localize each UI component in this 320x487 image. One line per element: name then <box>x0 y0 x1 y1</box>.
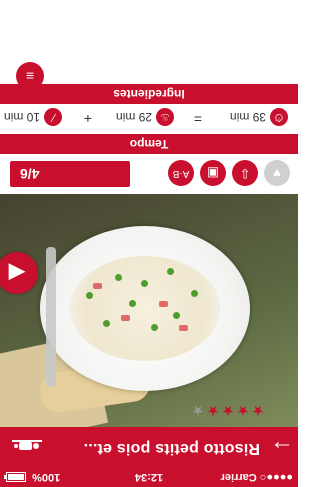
download-icon[interactable]: ⇩ <box>232 160 258 186</box>
plus-sign: + <box>83 111 92 127</box>
rating-stars[interactable]: ★★★★★ <box>190 402 265 419</box>
timer-icon: ⏱ <box>270 108 288 126</box>
prev-photo-button[interactable]: ◀ <box>0 252 38 294</box>
status-bar: ●●●●○ Carrier 12:34 100% <box>0 467 298 487</box>
bottom-bar: ≡ <box>0 0 298 90</box>
heart-icon[interactable]: ♥ <box>264 160 290 186</box>
arrow-right-icon: → <box>270 435 294 462</box>
section-ingredients: Ingredientes <box>0 84 298 104</box>
back-button[interactable]: → <box>268 435 294 462</box>
cook-time: ♨ 29 min <box>116 108 174 126</box>
ab-icon[interactable]: A·B <box>168 160 194 186</box>
star-filled-icon[interactable]: ★ <box>220 402 235 419</box>
prep-time: ∕ 10 min <box>4 108 62 126</box>
recipe-photo: ◀ ★★★★★ <box>0 194 298 427</box>
whisk-icon: ∕ <box>44 108 62 126</box>
star-filled-icon[interactable]: ★ <box>235 402 250 419</box>
recipe-screen: ●●●●○ Carrier 12:34 100% → Risotto petit… <box>0 0 298 487</box>
star-filled-icon[interactable]: ★ <box>250 402 265 419</box>
page-title: Risotto petits pois et... <box>83 440 260 457</box>
star-empty-icon[interactable]: ★ <box>190 402 205 419</box>
total-time: ⏱ 39 min <box>230 108 288 126</box>
section-tempo: Tempo <box>0 134 298 154</box>
battery-indicator: 100% <box>6 471 60 483</box>
equals-sign: = <box>193 111 202 127</box>
total-time-value: 39 min <box>229 110 266 124</box>
cook-time-value: 29 min <box>115 110 152 124</box>
cart-icon[interactable]: ▣ <box>200 160 226 186</box>
play-left-icon: ◀ <box>8 261 26 286</box>
actions-bar: ♥ ⇩ ▣ A·B 4/6 <box>0 154 298 194</box>
risotto-image <box>70 256 220 361</box>
time-breakdown: ⏱ 39 min = ♨ 29 min + ∕ 10 min <box>0 104 298 134</box>
battery-icon <box>6 471 26 482</box>
fork-image <box>46 247 56 387</box>
battery-text: 100% <box>32 471 61 483</box>
pot-icon: ♨ <box>156 108 174 126</box>
prep-time-value: 10 min <box>3 110 40 124</box>
chef-icon[interactable] <box>8 432 44 457</box>
navigation-bar: → Risotto petits pois et... <box>0 427 298 467</box>
book-icon[interactable]: ≡ <box>16 62 44 90</box>
portion-selector[interactable]: 4/6 <box>10 161 130 187</box>
star-filled-icon[interactable]: ★ <box>205 402 220 419</box>
